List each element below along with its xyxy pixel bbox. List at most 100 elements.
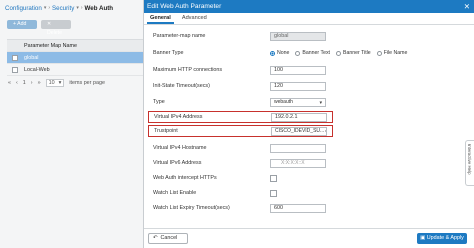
row-checkbox[interactable] (12, 54, 18, 61)
pagination: « ‹ 1 › » 10 ▾ items per page (8, 79, 105, 87)
field-row: Virtual IPv4 Hostname (152, 143, 472, 153)
radio-banner-title[interactable]: Banner Title (336, 50, 371, 56)
type-label: Type (153, 99, 165, 105)
param-map-name-label: Parameter-map name (153, 33, 206, 39)
init-state-timeout-label: Init-State Timeout(secs) (153, 83, 210, 89)
init-state-timeout-input[interactable]: 120 (270, 81, 326, 91)
toolbar: + Add ✕ Delete (7, 20, 71, 36)
background-page: Configuration ▾ › Security ▾ › Web Auth … (0, 0, 143, 248)
radio-label: Banner Title (343, 50, 371, 56)
field-row: Type webauth ▼ (152, 97, 472, 107)
cancel-label: Cancel (160, 235, 178, 241)
panel-title: Edit Web Auth Parameter (147, 3, 222, 10)
current-page: 1 (22, 80, 26, 86)
add-button[interactable]: + Add (7, 20, 37, 29)
radio-file-name[interactable]: File Name (376, 50, 408, 56)
field-row: Banner Type None Banner Text Banner Titl… (152, 48, 472, 58)
table-header: Parameter Map Name (7, 40, 143, 52)
radio-banner-text[interactable]: Banner Text (295, 50, 330, 56)
chevron-down-icon: ▼ (324, 128, 326, 135)
general-form: Parameter-map name global Banner Type No… (144, 25, 474, 228)
type-select-value: webauth (274, 98, 293, 105)
chevron-down-icon: ▼ (318, 99, 323, 105)
watch-list-expiry-label: Watch List Expiry Timeout(secs) (153, 205, 230, 211)
chevron-down-icon: ▾ (76, 5, 79, 11)
radio-label: Banner Text (302, 50, 330, 56)
breadcrumb-configuration[interactable]: Configuration (5, 5, 42, 12)
chevron-left-icon: ‹ (467, 144, 472, 146)
banner-type-radio-group: None Banner Text Banner Title File Name (270, 50, 407, 56)
table-cell-name[interactable]: global (24, 55, 38, 61)
last-page-button[interactable]: » (38, 80, 41, 86)
intercept-https-label: Web Auth intercept HTTPs (153, 175, 217, 181)
breadcrumb-separator: › (80, 5, 83, 11)
trustpoint-select-value: CISCO_IDEVID_SU... (275, 127, 325, 134)
field-row: Parameter-map name global (152, 31, 472, 41)
field-row: Virtual IPv6 Address X:X:X:X::X (152, 158, 472, 168)
panel-tabs: General Advanced (144, 13, 474, 25)
banner-type-label: Banner Type (153, 50, 184, 56)
field-row: Maximum HTTP connections 100 (152, 65, 472, 75)
type-select[interactable]: webauth ▼ (270, 97, 326, 107)
trustpoint-row-highlight: Trustpoint CISCO_IDEVID_SU... ▼ (148, 125, 333, 137)
field-row: Init-State Timeout(secs) 120 (152, 81, 472, 91)
field-row: Web Auth intercept HTTPs (152, 173, 472, 183)
virtual-ipv4-row-highlight: Virtual IPv4 Address 192.0.2.1 (148, 111, 333, 123)
save-icon: ▣ (420, 235, 426, 241)
close-icon[interactable]: ✕ (464, 0, 470, 13)
cancel-button[interactable]: ↶ Cancel (148, 233, 188, 244)
trustpoint-select[interactable]: CISCO_IDEVID_SU... ▼ (271, 126, 327, 136)
virtual-ipv4-label: Virtual IPv4 Address (154, 114, 203, 120)
watch-list-expiry-input[interactable]: 600 (270, 203, 326, 213)
update-apply-label: Update & Apply (426, 235, 464, 241)
interactive-help-tab[interactable]: Interactive Help ‹ (465, 140, 474, 186)
table-row[interactable]: global (7, 52, 143, 64)
undo-icon: ↶ (153, 235, 158, 241)
radio-label: File Name (383, 50, 408, 56)
items-per-page-value: 10 (48, 80, 55, 86)
radio-selected-icon (270, 50, 275, 56)
watch-list-enable-label: Watch List Enable (153, 190, 197, 196)
field-row: Watch List Expiry Timeout(secs) 600 (152, 203, 472, 213)
table-cell-name[interactable]: Local-Web (24, 67, 50, 73)
virtual-ipv4-hostname-label: Virtual IPv4 Hostname (153, 145, 207, 151)
breadcrumb: Configuration ▾ › Security ▾ › Web Auth (5, 3, 113, 13)
parameter-map-table: Parameter Map Name global Local-Web (7, 39, 143, 76)
max-http-input[interactable]: 100 (270, 65, 326, 75)
breadcrumb-web-auth: Web Auth (84, 4, 114, 12)
param-map-name-input: global (270, 31, 326, 41)
chevron-down-icon: ▾ (58, 80, 62, 86)
virtual-ipv4-input[interactable]: 192.0.2.1 (271, 112, 327, 122)
delete-button[interactable]: ✕ Delete (41, 20, 71, 36)
radio-icon (295, 50, 301, 56)
radio-none[interactable]: None (270, 50, 289, 56)
intercept-https-checkbox[interactable] (270, 174, 277, 182)
update-apply-button[interactable]: ▣ Update & Apply (417, 233, 467, 244)
virtual-ipv6-label: Virtual IPv6 Address (153, 160, 202, 166)
column-header-name[interactable]: Parameter Map Name (24, 43, 77, 49)
trustpoint-label: Trustpoint (154, 128, 178, 134)
radio-icon (336, 50, 341, 56)
watch-list-enable-checkbox[interactable] (270, 189, 277, 197)
breadcrumb-separator: › (48, 5, 50, 11)
breadcrumb-security[interactable]: Security (52, 5, 74, 12)
prev-page-button[interactable]: ‹ (16, 80, 18, 86)
tab-general[interactable]: General (147, 13, 174, 24)
radio-icon (376, 50, 382, 56)
virtual-ipv6-input[interactable]: X:X:X:X::X (270, 158, 326, 168)
first-page-button[interactable]: « (8, 80, 11, 86)
virtual-ipv4-hostname-input[interactable] (270, 143, 326, 153)
row-checkbox[interactable] (12, 66, 18, 73)
max-http-label: Maximum HTTP connections (153, 67, 223, 73)
panel-footer: ↶ Cancel ▣ Update & Apply (144, 228, 474, 248)
table-row[interactable]: Local-Web (7, 64, 143, 76)
edit-web-auth-panel: Edit Web Auth Parameter ✕ General Advanc… (143, 0, 474, 248)
items-per-page-label: items per page (69, 80, 105, 86)
tab-advanced[interactable]: Advanced (179, 13, 210, 24)
next-page-button[interactable]: › (31, 80, 33, 86)
radio-label: None (277, 50, 290, 56)
items-per-page-select[interactable]: 10 ▾ (45, 79, 65, 87)
panel-header: Edit Web Auth Parameter ✕ (144, 0, 474, 13)
chevron-down-icon: ▾ (43, 5, 47, 11)
field-row: Watch List Enable (152, 188, 472, 198)
